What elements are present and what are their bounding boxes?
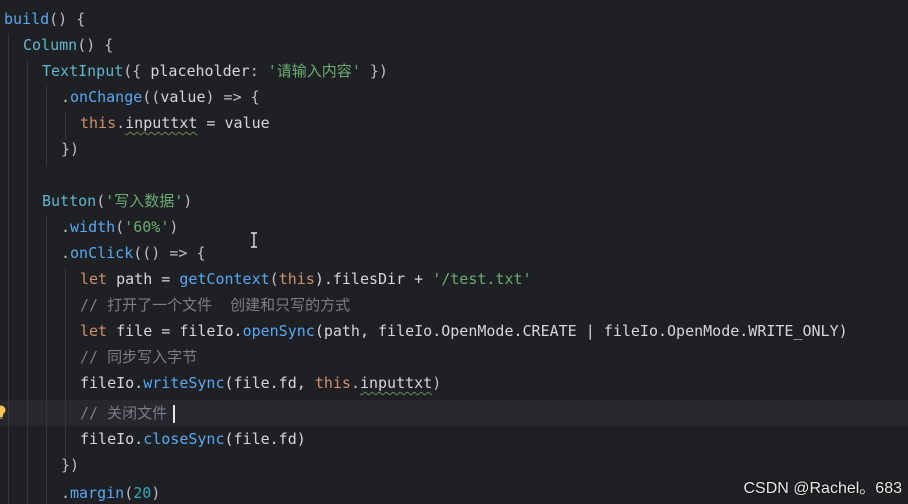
token-string: '60%' xyxy=(124,218,170,236)
code-line-16[interactable]: // 关闭文件 xyxy=(80,400,167,426)
token-punctuation: }) xyxy=(61,140,80,158)
token-plain: = value xyxy=(197,114,270,132)
code-line-13[interactable]: let file = fileIo.openSync(path, fileIo.… xyxy=(80,318,848,344)
token-punctuation: () { xyxy=(77,36,114,54)
token-string: '写入数据' xyxy=(105,192,184,210)
token-plain: fileIo. xyxy=(80,374,144,392)
token-function: writeSync xyxy=(143,374,225,392)
token-function: onClick xyxy=(70,244,134,262)
token-punctuation: ) xyxy=(183,192,193,210)
code-line-18[interactable]: }) xyxy=(61,452,79,478)
token-punctuation: . xyxy=(61,244,71,262)
code-line-3[interactable]: TextInput({ placeholder: '请输入内容' }) xyxy=(42,58,388,84)
token-comment: // 同步写入字节 xyxy=(80,348,198,366)
token-punctuation: }) xyxy=(360,62,388,80)
token-function: getContext xyxy=(179,270,270,288)
token-punctuation: (( xyxy=(142,88,161,106)
text-cursor-icon xyxy=(251,232,257,248)
code-line-17[interactable]: fileIo.closeSync(file.fd) xyxy=(80,426,306,452)
token-keyword: this xyxy=(314,374,351,392)
code-line-8[interactable]: Button('写入数据') xyxy=(42,188,192,214)
token-punctuation: ({ xyxy=(123,62,151,80)
code-line-15[interactable]: fileIo.writeSync(file.fd, this.inputtxt) xyxy=(80,370,441,396)
token-comment: // 关闭文件 xyxy=(80,404,168,422)
code-line-4[interactable]: .onChange((value) => { xyxy=(61,84,260,110)
token-plain: file = fileIo. xyxy=(107,322,243,340)
token-punctuation: ) xyxy=(432,374,442,392)
indent-guide xyxy=(65,268,66,458)
token-keyword: this xyxy=(80,114,117,132)
token-function: width xyxy=(70,218,116,236)
token-plain: (file.fd) xyxy=(224,430,306,448)
indent-guide xyxy=(46,216,47,504)
code-line-10[interactable]: .onClick(() => { xyxy=(61,240,206,266)
token-punctuation: }) xyxy=(61,456,80,474)
code-line-12[interactable]: // 打开了一个文件 创建和只写的方式 xyxy=(80,292,350,318)
code-line-2[interactable]: Column() { xyxy=(23,32,113,58)
token-punctuation: . xyxy=(61,218,71,236)
token-keyword: let xyxy=(80,270,108,288)
token-parameter: value xyxy=(160,88,206,106)
lightbulb-icon[interactable] xyxy=(0,405,6,419)
token-punctuation: ( xyxy=(96,192,106,210)
code-line-14[interactable]: // 同步写入字节 xyxy=(80,344,197,370)
token-punctuation: . xyxy=(116,114,126,132)
token-plain: path = xyxy=(107,270,180,288)
code-line-9[interactable]: .width('60%') xyxy=(61,214,178,240)
token-function: Button xyxy=(42,192,97,210)
token-string: '/test.txt' xyxy=(432,270,532,288)
token-punctuation: ) xyxy=(169,218,179,236)
token-function: build xyxy=(4,10,50,28)
token-punctuation: ( xyxy=(115,218,125,236)
token-string: '请输入内容' xyxy=(267,62,361,80)
code-editor[interactable]: build() { Column() { TextInput({ placeho… xyxy=(0,0,908,504)
token-plain: (path, fileIo.OpenMode.CREATE | fileIo.O… xyxy=(314,322,848,340)
token-function: onChange xyxy=(70,88,143,106)
token-punctuation: ) => { xyxy=(205,88,260,106)
text-caret xyxy=(173,405,175,423)
token-punctuation: () { xyxy=(49,10,86,28)
watermark-text: CSDN @Rachel。683 xyxy=(743,480,902,497)
token-property: placeholder xyxy=(150,62,250,80)
token-property: inputtxt xyxy=(359,374,433,392)
token-punctuation: . xyxy=(61,88,71,106)
token-punctuation: (() => { xyxy=(133,244,206,262)
token-function: closeSync xyxy=(143,430,225,448)
token-function: Column xyxy=(23,36,78,54)
token-function: margin xyxy=(70,484,125,502)
indent-guide xyxy=(27,60,28,504)
code-line-6[interactable]: }) xyxy=(61,136,79,162)
token-plain: (file.fd, xyxy=(224,374,315,392)
token-plain: fileIo. xyxy=(80,430,144,448)
indent-guide xyxy=(46,86,47,166)
token-keyword: this xyxy=(278,270,315,288)
token-property: inputtxt xyxy=(125,114,198,132)
indent-guide xyxy=(8,34,9,504)
token-plain: ).filesDir + xyxy=(314,270,433,288)
token-punctuation: ) xyxy=(151,484,161,502)
token-function: openSync xyxy=(242,322,315,340)
token-comment: // 打开了一个文件 创建和只写的方式 xyxy=(80,296,351,314)
token-punctuation: ( xyxy=(124,484,134,502)
token-punctuation: ( xyxy=(269,270,279,288)
token-punctuation: . xyxy=(61,484,71,502)
code-line-19[interactable]: .margin(20) xyxy=(61,480,160,504)
code-line-1[interactable]: build() { xyxy=(4,6,85,32)
code-line-11[interactable]: let path = getContext(this).filesDir + '… xyxy=(80,266,532,292)
token-number: 20 xyxy=(133,484,152,502)
token-punctuation: : xyxy=(249,62,268,80)
code-line-5[interactable]: this.inputtxt = value xyxy=(80,110,270,136)
token-keyword: let xyxy=(80,322,108,340)
token-punctuation: . xyxy=(350,374,360,392)
token-function: TextInput xyxy=(42,62,124,80)
